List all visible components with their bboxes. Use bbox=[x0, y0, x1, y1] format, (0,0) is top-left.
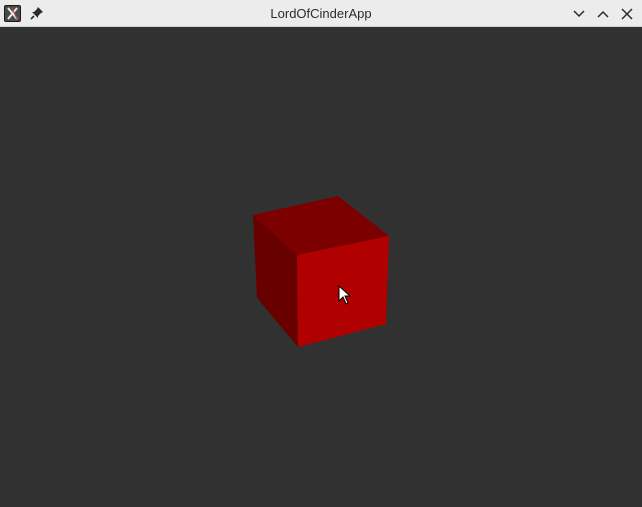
minimize-icon bbox=[573, 10, 585, 18]
red-cube bbox=[253, 196, 389, 347]
minimize-button[interactable] bbox=[571, 6, 587, 22]
title-bar[interactable]: LordOfCinderApp bbox=[0, 0, 642, 27]
maximize-icon bbox=[597, 10, 609, 18]
close-icon bbox=[621, 8, 633, 20]
maximize-button[interactable] bbox=[595, 6, 611, 22]
render-viewport[interactable] bbox=[0, 28, 642, 507]
app-window: LordOfCinderApp bbox=[0, 0, 642, 507]
window-title: LordOfCinderApp bbox=[270, 6, 372, 21]
close-button[interactable] bbox=[619, 6, 635, 22]
pin-icon[interactable] bbox=[30, 6, 44, 20]
x-app-icon bbox=[4, 5, 21, 22]
mouse-cursor-icon bbox=[338, 285, 352, 305]
